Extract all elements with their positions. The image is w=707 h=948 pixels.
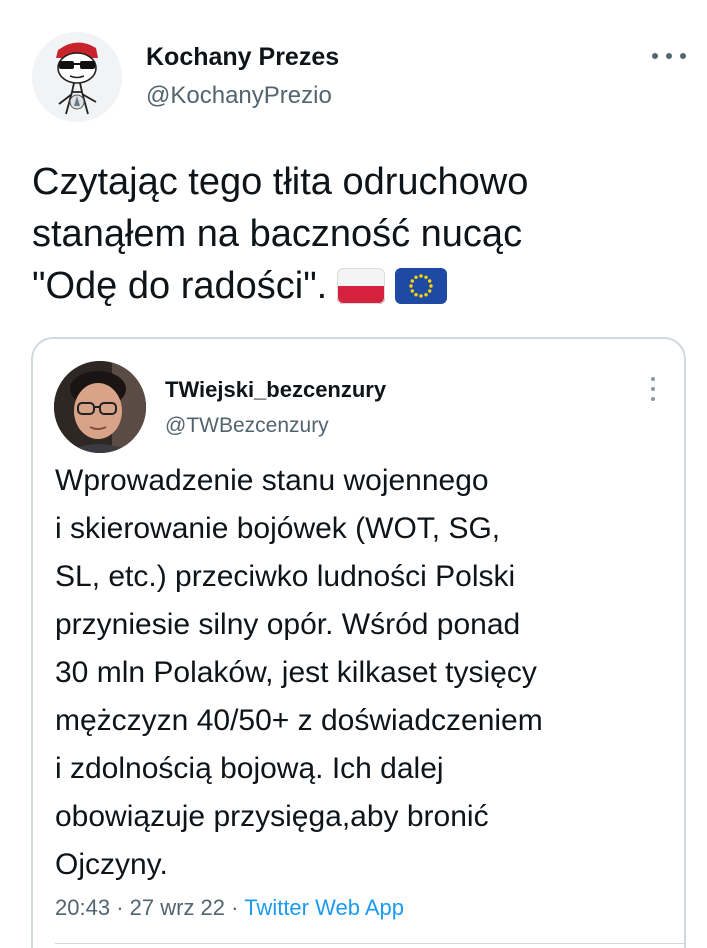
quoted-tweet-card[interactable]: TWiejski_bezcenzury @TWBezcenzury Wprowa…: [31, 337, 686, 948]
tweet-text-line: stanąłem na baczność nucąc: [32, 213, 523, 255]
dot: [651, 397, 655, 401]
tweet-text-line-last: "Odę do radości".: [32, 260, 682, 318]
tweet-view: Kochany Prezes @KochanyPrezio Czytając t…: [0, 0, 707, 948]
profile-photo-avatar[interactable]: [54, 361, 146, 453]
quoted-text-line: i skierowanie bojówek (WOT, SG,: [55, 512, 501, 545]
tweet-text-line: Czytając tego tłita odruchowo: [32, 161, 529, 203]
quoted-tweet-meta: 20:43 · 27 wrz 22 · Twitter Web App: [55, 894, 404, 922]
tweet-source-link[interactable]: Twitter Web App: [244, 895, 404, 920]
quoted-text-line: 30 mln Polaków, jest kilkaset tysięcy: [55, 656, 537, 689]
meta-separator: ·: [231, 895, 239, 920]
avatar-illustration: [32, 32, 122, 122]
author-handle[interactable]: @KochanyPrezio: [146, 81, 332, 111]
tweet-text-line-content: "Odę do radości".: [32, 265, 328, 307]
quoted-text-line: i zdolnością bojową. Ich dalej: [55, 752, 444, 785]
dot: [651, 377, 655, 381]
cartoon-avatar-icon[interactable]: [32, 32, 122, 122]
dot: [652, 53, 658, 59]
quoted-text-line: SL, etc.) przeciwko ludności Polski: [55, 560, 516, 593]
quoted-text-line: przyniesie silny opór. Wśród ponad: [55, 608, 521, 641]
author-name[interactable]: Kochany Prezes: [146, 42, 339, 72]
quoted-text-line: Ojczyny.: [55, 848, 168, 881]
tweet-date[interactable]: 27 wrz 22: [130, 895, 225, 920]
eu-flag-icon: [395, 266, 448, 318]
quoted-author-name[interactable]: TWiejski_bezcenzury: [165, 376, 386, 404]
more-horizontal-icon[interactable]: [652, 46, 686, 66]
quoted-text-line: obowiązuje przysięga,aby bronić: [55, 800, 489, 833]
profile-photo-illustration: [54, 361, 146, 453]
tweet-time[interactable]: 20:43: [55, 895, 110, 920]
poland-flag-icon: [337, 266, 386, 318]
quoted-text-line: mężczyzn 40/50+ z doświadczeniem: [55, 704, 543, 737]
quoted-text-line: Wprowadzenie stanu wojennego: [55, 464, 489, 497]
dot: [666, 53, 672, 59]
quoted-author-handle[interactable]: @TWBezcenzury: [165, 412, 329, 440]
more-vertical-icon[interactable]: [649, 377, 657, 401]
meta-separator: ·: [116, 895, 124, 920]
quoted-tweet-text: Wprowadzenie stanu wojennego i skierowan…: [55, 457, 680, 889]
dot: [680, 53, 686, 59]
divider: [55, 943, 684, 944]
tweet-text: Czytając tego tłita odruchowo stanąłem n…: [32, 156, 682, 318]
dot: [651, 387, 655, 391]
